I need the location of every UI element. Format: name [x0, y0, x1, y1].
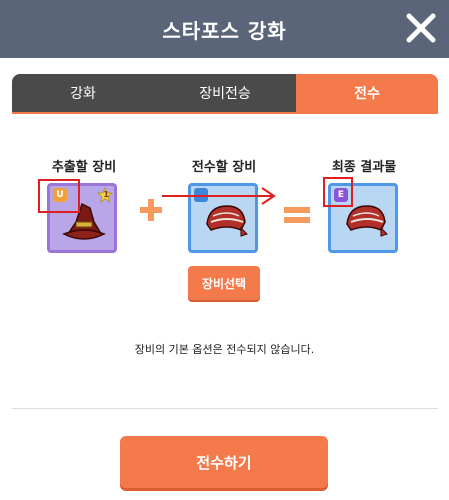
- tab-enhance[interactable]: 강화: [12, 74, 154, 112]
- header-bar: 스타포스 강화: [0, 0, 449, 58]
- annotation-box-source-badge: [38, 179, 80, 213]
- tab-bar: 강화 장비전승 전수: [12, 74, 438, 112]
- annotation-box-result-badge: [323, 177, 353, 207]
- tab-equipment-inherit[interactable]: 장비전승: [154, 74, 296, 112]
- target-equipment-label: 전수할 장비: [191, 160, 257, 175]
- divider: [12, 408, 438, 409]
- annotation-arrow: [162, 187, 276, 205]
- tab-transfer[interactable]: 전수: [296, 74, 438, 112]
- tab-underline: [12, 112, 438, 114]
- equals-icon: [284, 207, 310, 223]
- select-equipment-button[interactable]: 장비선택: [188, 266, 260, 300]
- close-icon: [406, 13, 436, 43]
- close-button[interactable]: [403, 10, 439, 46]
- star-level: 1: [103, 190, 109, 199]
- notice-text: 장비의 기본 옵션은 전수되지 않습니다.: [134, 343, 315, 356]
- result-equipment-label: 최종 결과물: [331, 160, 397, 175]
- source-equipment-label: 추출할 장비: [51, 160, 117, 175]
- page-title: 스타포스 강화: [162, 18, 287, 43]
- transfer-button[interactable]: 전수하기: [120, 436, 328, 488]
